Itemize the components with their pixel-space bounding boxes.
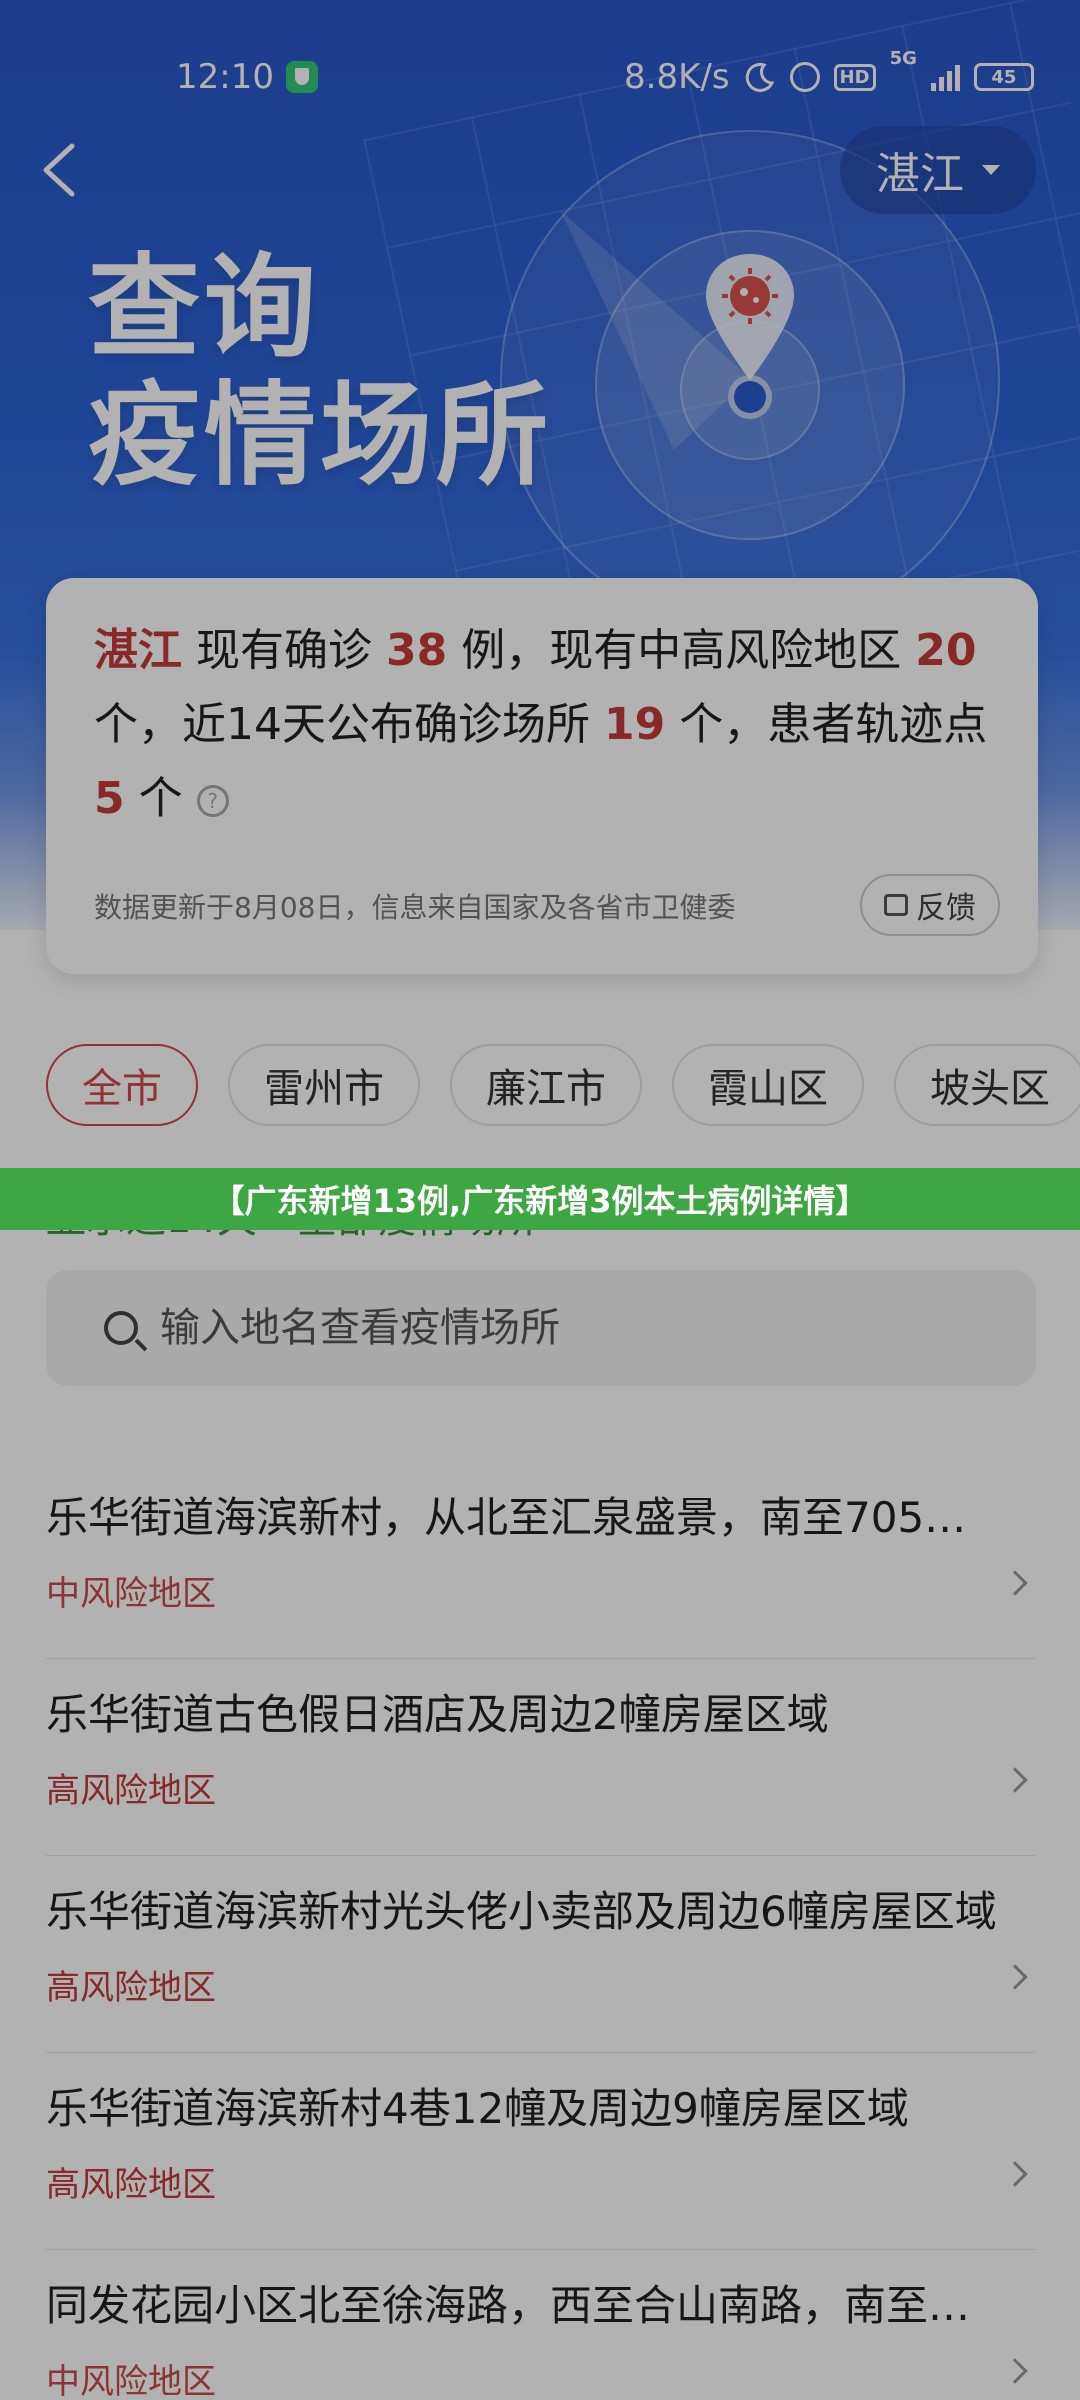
- region-tabs: 全市 雷州市 廉江市 霞山区 坡头区: [46, 1044, 1080, 1126]
- risk-level: 高风险地区: [46, 1771, 216, 1811]
- feedback-icon: [884, 894, 908, 916]
- chevron-right-icon: [1002, 1570, 1028, 1596]
- risk-level: 中风险地区: [46, 2362, 216, 2400]
- place-name: 同发花园小区北至徐海路，西至合山南路，南至同...: [46, 2281, 1006, 2330]
- list-item[interactable]: 乐华街道海滨新村4巷12幢及周边9幢房屋区域 高风险地区: [46, 2053, 1036, 2250]
- status-bar-right: 8.8K/s HD 5G 45: [624, 48, 1034, 102]
- search-input[interactable]: [160, 1305, 940, 1351]
- place-name: 乐华街道海滨新村4巷12幢及周边9幢房屋区域: [46, 2084, 909, 2133]
- summary-city: 湛江: [94, 625, 182, 676]
- back-arrow-icon[interactable]: [36, 140, 86, 200]
- battery-icon: 45: [973, 63, 1034, 91]
- risk-level: 高风险地区: [46, 2165, 216, 2205]
- places-count: 19: [603, 699, 666, 750]
- list-item[interactable]: 同发花园小区北至徐海路，西至合山南路，南至同... 中风险地区: [46, 2250, 1036, 2400]
- virus-location-pin-icon: [706, 254, 794, 380]
- hd-icon: HD: [833, 63, 876, 91]
- signal-bars-icon: [930, 63, 960, 91]
- news-banner[interactable]: 【广东新增13例,广东新增3例本土病例详情】: [0, 1168, 1080, 1230]
- chevron-right-icon: [1002, 1767, 1028, 1793]
- list-item[interactable]: 乐华街道古色假日酒店及周边2幢房屋区域 高风险地区: [46, 1659, 1036, 1856]
- place-name: 乐华街道古色假日酒店及周边2幢房屋区域: [46, 1690, 829, 1739]
- list-item[interactable]: 乐华街道海滨新村，从北至汇泉盛景，南至705厂... 中风险地区: [46, 1462, 1036, 1659]
- alarm-icon: [789, 62, 820, 92]
- chevron-right-icon: [1002, 2161, 1028, 2187]
- tab-xiashan[interactable]: 霞山区: [672, 1044, 864, 1126]
- moon-icon: [745, 62, 774, 92]
- summary-text-part: 个，患者轨迹点: [665, 699, 988, 750]
- summary-text-part: 个，近14天公布确诊场所: [94, 699, 604, 750]
- page-title-line2: 疫情场所: [88, 371, 552, 501]
- status-time: 12:10: [176, 57, 274, 97]
- list-item[interactable]: 乐华街道海滨新村光头佬小卖部及周边6幢房屋区域 高风险地区: [46, 1856, 1036, 2053]
- track-points-count: 5: [94, 773, 125, 824]
- chevron-right-icon: [1002, 2358, 1028, 2384]
- data-source-note: 数据更新于8月08日，信息来自国家及各省市卫健委: [94, 891, 736, 924]
- summary-text-part: 现有确诊: [182, 625, 386, 676]
- security-shield-icon: [285, 61, 318, 93]
- tab-all-city[interactable]: 全市: [46, 1044, 198, 1126]
- risk-area-count: 20: [915, 625, 977, 676]
- summary-text-part: 例，现有中高风险地区: [447, 625, 916, 676]
- help-icon[interactable]: ?: [196, 785, 229, 817]
- summary-text-part: 个: [124, 773, 183, 824]
- summary-text: 湛江 现有确诊 38 例，现有中高风险地区 20 个，近14天公布确诊场所 19…: [94, 614, 994, 836]
- page-title: 查询 疫情场所: [88, 244, 552, 500]
- city-selector-label: 湛江: [876, 149, 964, 200]
- network-speed: 8.8K/s: [624, 57, 730, 97]
- place-list: 乐华街道海滨新村，从北至汇泉盛景，南至705厂... 中风险地区 乐华街道古色假…: [46, 1462, 1036, 2400]
- tab-potou[interactable]: 坡头区: [894, 1044, 1080, 1126]
- place-name: 乐华街道海滨新村，从北至汇泉盛景，南至705厂...: [46, 1493, 1006, 1542]
- feedback-label: 反馈: [916, 891, 976, 926]
- status-bar-left: 12:10: [176, 52, 318, 102]
- signal-type: 5G: [889, 48, 917, 69]
- place-name: 乐华街道海滨新村光头佬小卖部及周边6幢房屋区域: [46, 1887, 997, 1936]
- search-icon: [104, 1311, 138, 1345]
- confirmed-count: 38: [385, 625, 448, 676]
- risk-level: 高风险地区: [46, 1968, 216, 2008]
- tab-leizhou[interactable]: 雷州市: [228, 1044, 420, 1126]
- summary-card: 湛江 现有确诊 38 例，现有中高风险地区 20 个，近14天公布确诊场所 19…: [46, 578, 1038, 974]
- risk-level: 中风险地区: [46, 1574, 216, 1614]
- page-title-line1: 查询: [88, 243, 320, 373]
- chevron-down-icon: [982, 165, 1000, 175]
- chevron-right-icon: [1002, 1964, 1028, 1990]
- search-bar[interactable]: [46, 1270, 1036, 1386]
- tab-lianjiang[interactable]: 廉江市: [450, 1044, 642, 1126]
- city-selector-button[interactable]: 湛江: [840, 126, 1036, 214]
- feedback-button[interactable]: 反馈: [860, 874, 1000, 936]
